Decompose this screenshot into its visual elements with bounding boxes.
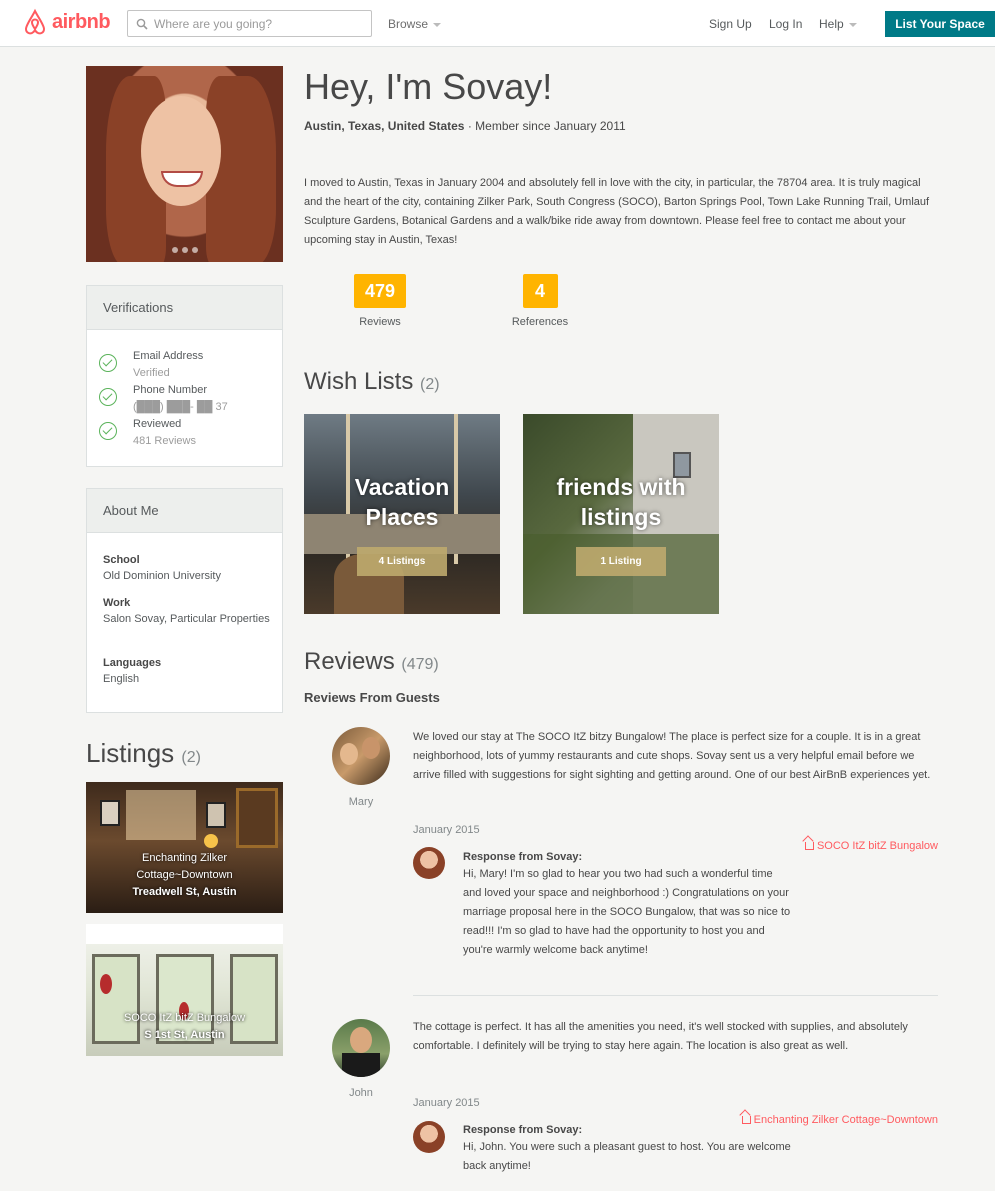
check-circle-icon [99, 422, 117, 440]
login-link[interactable]: Log In [769, 17, 802, 31]
wish-list-count-button[interactable]: 1 Listing [576, 547, 666, 576]
listing-title: Enchanting Zilker Cottage~Downtown Treadwe… [132, 852, 237, 898]
reviewer-name[interactable]: John [331, 1087, 391, 1099]
review-text: The cottage is perfect. It has all the a… [413, 1021, 908, 1052]
brand-name: airbnb [52, 10, 111, 33]
host-avatar[interactable] [413, 1121, 445, 1153]
search-input[interactable] [154, 16, 354, 31]
review-divider [413, 995, 938, 996]
home-icon [804, 842, 814, 850]
response-label: Response from Sovay: [463, 851, 583, 863]
review-date: January 2015 [413, 1097, 480, 1109]
browse-label: Browse [388, 17, 429, 31]
profile-location: Austin, Texas, United States · Member si… [304, 119, 626, 133]
help-label: Help [819, 17, 844, 31]
reviews-count-badge: 479 [354, 274, 406, 308]
wish-list-friends-with-listings[interactable]: friends with listings 1 Listing [523, 414, 719, 614]
about-me-panel: About Me School Old Dominion University … [86, 488, 283, 713]
listing-card-enchanting-zilker[interactable]: Enchanting Zilker Cottage~Downtown Treadwe… [86, 782, 283, 913]
wish-list-title: Vacation Places [354, 474, 450, 530]
about-school: School Old Dominion University [103, 554, 221, 582]
chevron-down-icon [433, 22, 442, 27]
stat-references[interactable]: 4 References [505, 274, 575, 328]
reviewer-avatar[interactable] [332, 1019, 390, 1077]
host-avatar[interactable] [413, 847, 445, 879]
verification-phone: Phone Number (███) ███- ██ 37 [99, 382, 228, 416]
list-your-space-button[interactable]: List Your Space [885, 11, 995, 37]
help-menu[interactable]: Help [819, 17, 857, 31]
review-text: We loved our stay at The SOCO ItZ bitzy … [413, 731, 931, 781]
review-listing-link[interactable]: Enchanting Zilker Cottage~Downtown [741, 1114, 938, 1126]
browse-menu[interactable]: Browse [388, 17, 442, 31]
check-circle-icon [99, 388, 117, 406]
response-text: Hi, Mary! I'm so glad to hear you two ha… [463, 868, 791, 956]
response-text: Hi, John. You were such a pleasant guest… [463, 1141, 791, 1172]
references-count-badge: 4 [522, 274, 558, 308]
reviews-label: Reviews [359, 316, 401, 328]
wish-list-title: friends with listings [556, 474, 686, 530]
verification-email: Email Address Verified [99, 348, 203, 382]
review-listing-link[interactable]: SOCO ItZ bitZ Bungalow [804, 840, 938, 852]
search-icon [136, 18, 148, 30]
listing-title: SOCO ItZ bitZ Bungalow S 1st St, Austin [123, 1012, 246, 1041]
stat-reviews[interactable]: 479 Reviews [350, 274, 410, 328]
airbnb-logo[interactable]: airbnb [22, 8, 111, 36]
references-label: References [511, 316, 569, 328]
profile-greeting: Hey, I'm Sovay! [304, 66, 553, 107]
listings-title: Listings (2) [86, 738, 201, 768]
wish-lists-title: Wish Lists (2) [304, 368, 440, 395]
reviewer-avatar[interactable] [332, 727, 390, 785]
chevron-down-icon [848, 22, 857, 27]
verifications-title: Verifications [87, 286, 282, 330]
reviews-count-link[interactable]: 481 Reviews [133, 433, 196, 450]
response-label: Response from Sovay: [463, 1124, 583, 1136]
reviews-title: Reviews (479) [304, 648, 439, 675]
review-date: January 2015 [413, 824, 480, 836]
airbnb-belo-icon [24, 8, 46, 35]
wish-list-vacation-places[interactable]: Vacation Places 4 Listings [304, 414, 500, 614]
wish-list-count-button[interactable]: 4 Listings [357, 547, 447, 576]
profile-photo [86, 66, 283, 262]
top-nav: airbnb Browse Sign Up Log In Help List Y… [0, 0, 995, 47]
search-box[interactable] [127, 10, 372, 37]
reviews-subtitle: Reviews From Guests [304, 690, 440, 705]
listing-card-soco-bungalow[interactable]: SOCO ItZ bitZ Bungalow S 1st St, Austin [86, 924, 283, 1056]
photo-carousel-dots[interactable] [86, 242, 283, 256]
about-work: Work Salon Sovay, Particular Properties [103, 597, 270, 625]
profile-bio: I moved to Austin, Texas in January 2004… [304, 177, 930, 246]
reviewer-name[interactable]: Mary [331, 796, 391, 808]
about-languages: Languages English [103, 657, 162, 685]
verifications-panel: Verifications Email Address Verified Pho… [86, 285, 283, 467]
home-icon [741, 1116, 751, 1124]
signup-link[interactable]: Sign Up [709, 17, 752, 31]
verification-reviewed: Reviewed 481 Reviews [99, 416, 196, 450]
about-me-title: About Me [87, 489, 282, 533]
check-circle-icon [99, 354, 117, 372]
